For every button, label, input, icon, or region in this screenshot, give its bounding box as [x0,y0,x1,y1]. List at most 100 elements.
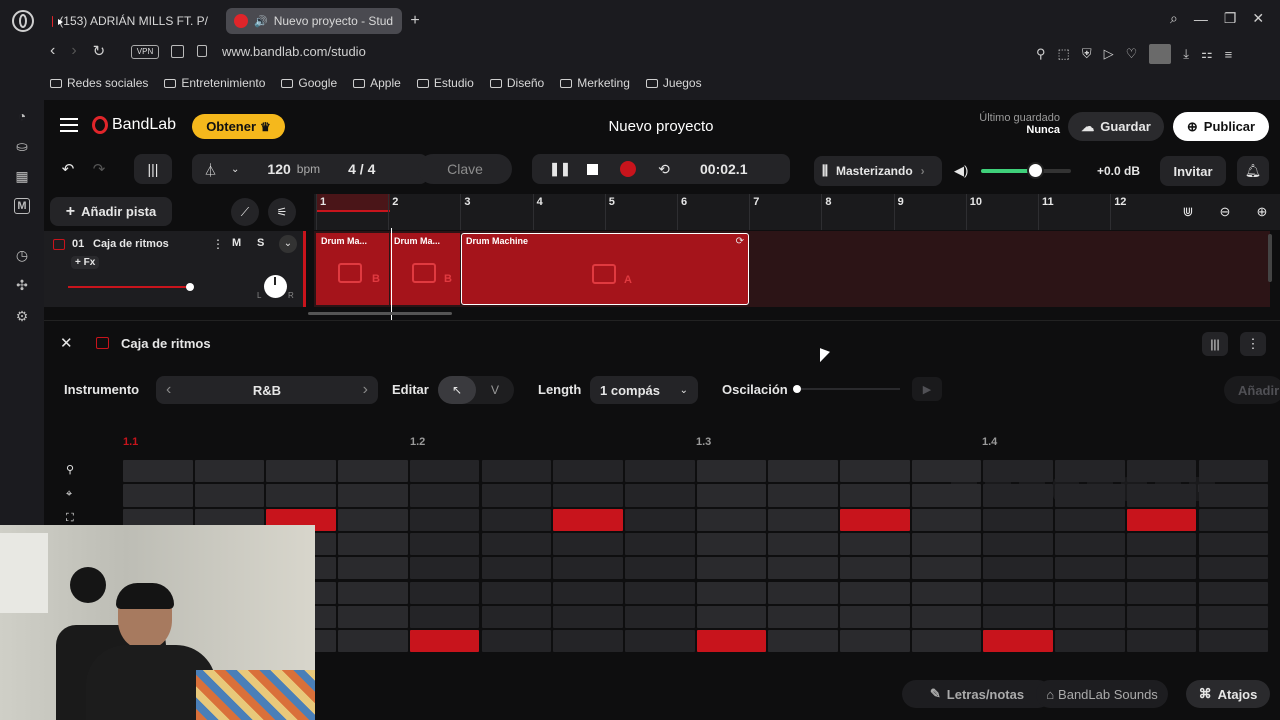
step-cell[interactable] [553,460,623,483]
maximize-icon[interactable]: ❐ [1224,10,1237,27]
step-cell[interactable] [911,630,982,653]
shield-icon[interactable]: ⛨ [1082,46,1092,62]
add-pattern-button[interactable]: Añadir [1224,376,1280,404]
instrument-selector[interactable]: ‹ R&B › [156,376,378,404]
step-cell[interactable] [1198,508,1269,531]
step-cell[interactable] [983,508,1054,531]
step-cell[interactable] [1126,460,1197,483]
step-cell[interactable] [481,605,552,629]
step-cell[interactable] [338,484,408,507]
step-cell[interactable] [481,484,552,507]
edit-mode-v[interactable]: V [476,383,514,397]
step-cell[interactable] [696,532,767,556]
step-cell[interactable] [1126,630,1197,653]
step-cell[interactable] [983,581,1054,604]
step-cell[interactable] [768,532,838,556]
step-cell[interactable] [338,460,408,483]
step-cell-active[interactable] [983,630,1054,653]
profile-avatar[interactable] [1149,44,1172,64]
step-cell[interactable] [624,460,695,483]
step-cell[interactable] [481,532,552,556]
volume-thumb[interactable] [1027,162,1044,179]
bookmark-folder[interactable]: Merketing [560,76,630,90]
close-editor-icon[interactable]: ✕ [60,334,73,352]
step-cell[interactable] [840,484,910,507]
piano-roll-icon[interactable]: ||| [1202,332,1228,356]
bandlab-sounds-button[interactable]: ⌂ BandLab Sounds [1036,680,1168,708]
step-cell[interactable] [840,605,910,629]
minimize-icon[interactable]: — [1194,11,1208,27]
loop-icon[interactable]: ⟲ [648,161,680,178]
tab-youtube[interactable]: (153) ADRIÁN MILLS FT. P/ [44,8,216,34]
opera-logo-icon[interactable] [12,10,34,32]
chevron-down-icon[interactable]: ⌄ [231,164,239,175]
swing-thumb[interactable] [793,385,801,393]
calendar-icon[interactable]: ▦ [12,166,32,186]
publish-button[interactable]: ⊕ Publicar [1173,112,1269,141]
track-volume-slider[interactable] [68,283,194,291]
step-cell[interactable] [768,630,838,653]
project-title[interactable]: Nuevo proyecto [584,118,738,135]
step-cell[interactable] [266,460,337,483]
step-cell-active[interactable] [409,630,480,653]
length-select[interactable]: 1 compás ⌄ [590,376,698,404]
step-cell[interactable] [840,557,910,580]
bookmark-folder[interactable]: Diseño [489,76,544,90]
speaker-icon[interactable]: 🔊 [254,15,268,28]
play-icon[interactable]: ▷ [1104,46,1114,62]
step-cell[interactable] [481,460,552,483]
step-cell[interactable] [983,532,1054,556]
save-button[interactable]: ☁ Guardar [1068,112,1164,141]
step-cell[interactable] [1055,605,1125,629]
step-cell[interactable] [983,557,1054,580]
mute-button[interactable]: M [232,237,241,249]
step-cell[interactable] [983,484,1054,507]
horizontal-scrollbar[interactable] [308,312,452,315]
step-cell[interactable] [840,460,910,483]
bookmark-folder[interactable]: Estudio [416,76,474,90]
step-cell[interactable] [624,484,695,507]
magnet-icon[interactable]: ⋓ [1170,204,1206,220]
extensions-sidebar-icon[interactable]: ✣ [12,275,32,295]
step-cell[interactable] [338,581,408,604]
crypto-icon[interactable]: ⛀ [12,136,32,156]
step-cell[interactable] [409,460,480,483]
step-cell[interactable] [266,484,337,507]
add-track-button[interactable]: + Añadir pista [50,197,172,226]
step-cell[interactable] [696,460,767,483]
step-cell[interactable] [983,460,1054,483]
search-tabs-icon[interactable]: ⌕ [1170,10,1178,27]
step-cell[interactable] [911,581,982,604]
step-cell[interactable] [1198,557,1269,580]
wallet-icon[interactable] [171,45,184,58]
redo-icon[interactable]: ↷ [84,160,114,178]
stop-icon[interactable] [576,163,608,175]
step-cell[interactable] [1198,460,1269,483]
step-cell-active[interactable] [840,508,910,531]
step-cell[interactable] [911,557,982,580]
time-signature[interactable]: 4 / 4 [348,161,375,177]
step-cell[interactable] [1126,557,1197,580]
step-cell[interactable] [1198,605,1269,629]
region[interactable]: Drum Ma... B [390,233,460,305]
timeline-ruler[interactable]: 1 2 3 4 5 6 7 8 9 10 11 12 [314,194,1170,230]
speed-icon[interactable]: ◔ [12,106,32,126]
step-cell[interactable] [553,484,623,507]
step-cell[interactable] [624,581,695,604]
step-cell[interactable] [1055,581,1125,604]
bandlab-logo[interactable]: BandLab [92,116,176,134]
step-cell[interactable] [911,532,982,556]
step-cell[interactable] [624,557,695,580]
step-cell[interactable] [1198,630,1269,653]
step-cell[interactable] [194,460,265,483]
volume-icon[interactable]: ◀) [954,163,968,179]
invite-button[interactable]: Invitar [1160,156,1226,186]
metronome-settings[interactable]: ⏃ ⌄ 120 bpm 4 / 4 [192,154,428,184]
step-cell[interactable] [624,532,695,556]
step-cell[interactable] [768,460,838,483]
step-cell[interactable] [409,581,480,604]
close-window-icon[interactable]: ✕ [1252,10,1264,27]
zoom-in-icon[interactable]: ⊕ [1244,204,1280,220]
step-cell[interactable] [338,630,408,653]
fx-button[interactable]: + Fx [71,256,100,269]
